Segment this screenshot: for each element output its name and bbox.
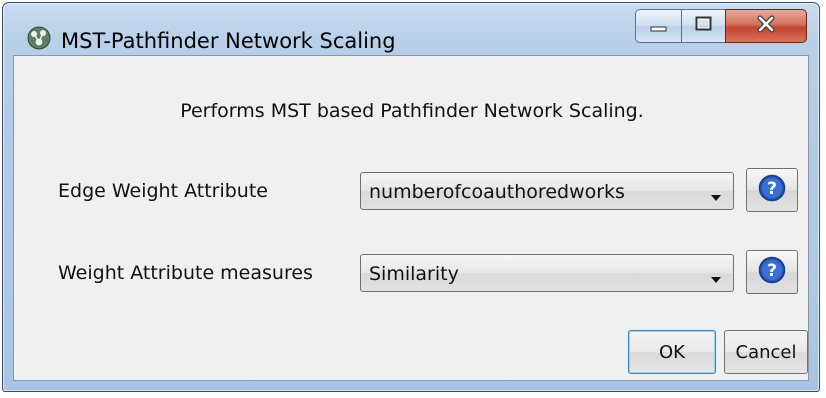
maximize-button[interactable] xyxy=(681,9,725,43)
chevron-down-icon xyxy=(709,187,723,206)
title-bar[interactable]: MST-Pathfinder Network Scaling xyxy=(3,3,819,53)
edge-weight-attribute-label: Edge Weight Attribute xyxy=(58,180,268,202)
weight-attribute-measures-select[interactable]: Similarity xyxy=(360,254,734,292)
cytoscape-icon xyxy=(27,26,51,50)
dialog-window: MST-Pathfinder Network Scaling Performs … xyxy=(2,2,820,392)
ok-button[interactable]: OK xyxy=(628,330,716,374)
weight-attribute-measures-value: Similarity xyxy=(369,263,459,285)
weight-measures-help-button[interactable]: ? xyxy=(746,250,798,294)
chevron-down-icon xyxy=(709,269,723,288)
description-text: Performs MST based Pathfinder Network Sc… xyxy=(180,100,644,122)
minimize-icon xyxy=(649,17,669,36)
minimize-button[interactable] xyxy=(635,9,681,43)
edge-weight-attribute-select[interactable]: numberofcoauthoredworks xyxy=(360,172,734,210)
help-icon: ? xyxy=(758,174,786,206)
window-controls xyxy=(635,9,807,45)
cancel-button[interactable]: Cancel xyxy=(724,330,808,374)
svg-text:?: ? xyxy=(767,179,777,199)
svg-text:?: ? xyxy=(767,261,777,281)
close-button[interactable] xyxy=(725,9,807,43)
edge-weight-help-button[interactable]: ? xyxy=(746,168,798,212)
dialog-content: Performs MST based Pathfinder Network Sc… xyxy=(13,55,809,381)
maximize-icon xyxy=(695,16,713,36)
edge-weight-attribute-value: numberofcoauthoredworks xyxy=(369,181,625,203)
close-icon xyxy=(756,15,776,37)
weight-attribute-measures-label: Weight Attribute measures xyxy=(58,262,313,284)
window-title: MST-Pathfinder Network Scaling xyxy=(61,29,396,53)
help-icon: ? xyxy=(758,256,786,288)
